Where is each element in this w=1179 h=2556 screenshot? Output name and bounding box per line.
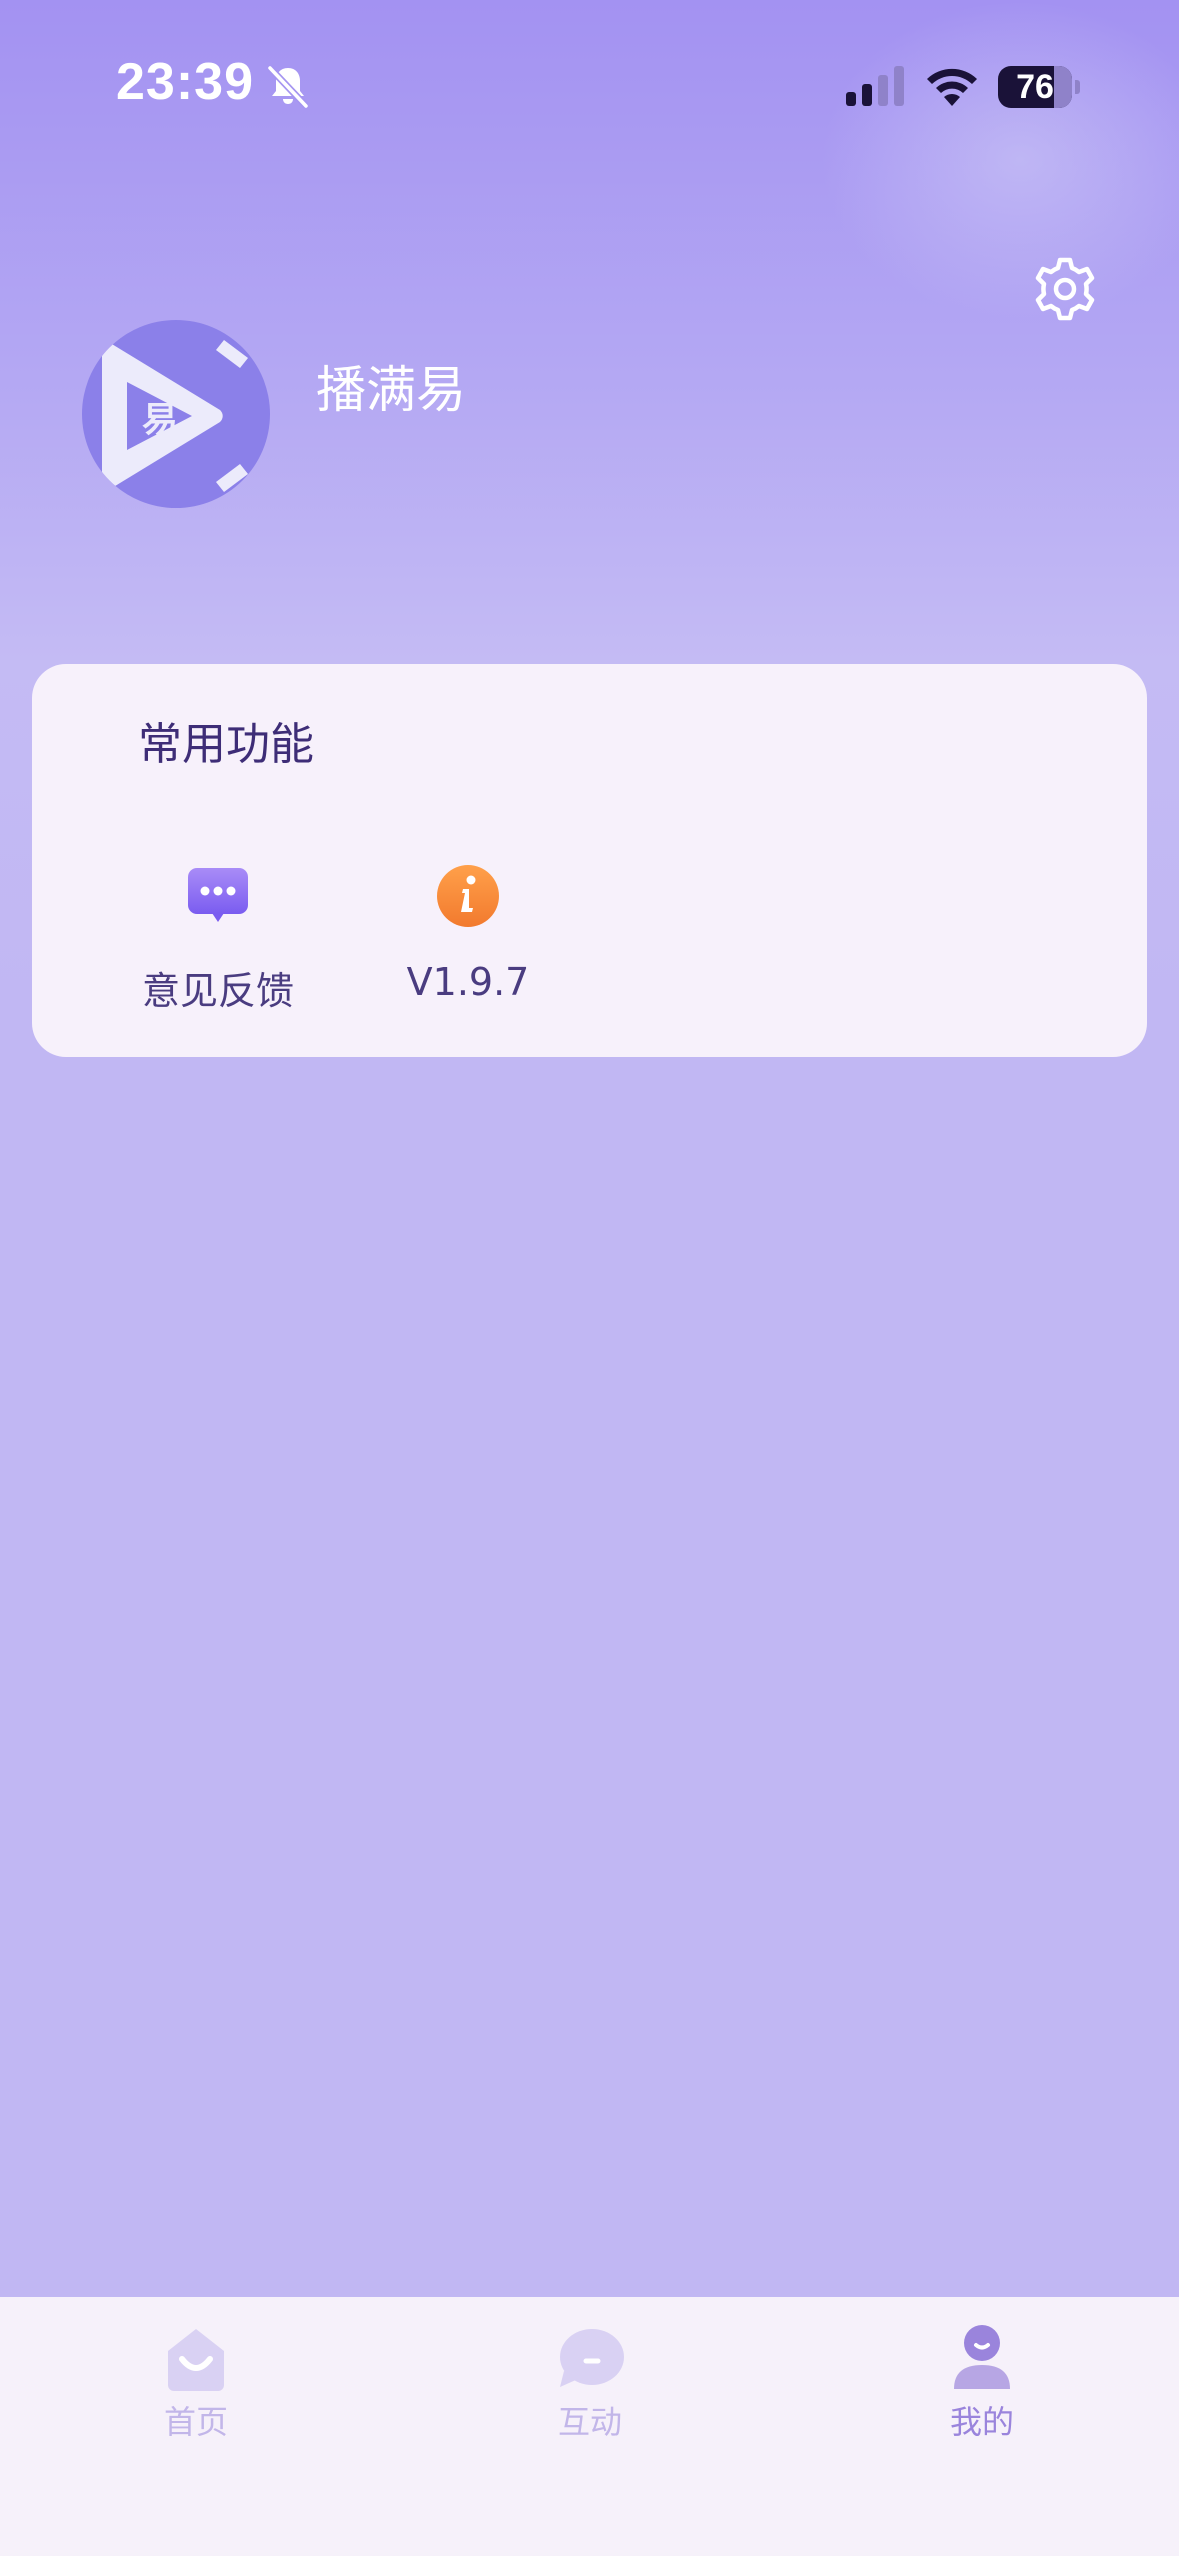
- status-bar: 23:39 76: [0, 0, 1179, 150]
- tab-mine-label: 我的: [949, 2403, 1014, 2441]
- battery-level: 76: [1016, 68, 1054, 106]
- tab-mine[interactable]: 我的: [882, 2325, 1082, 2455]
- card-title: 常用功能: [138, 719, 314, 770]
- feedback-button[interactable]: 意见反馈: [118, 864, 318, 1024]
- version-label: V1.9.7: [406, 960, 530, 1004]
- tab-interact-label: 互动: [557, 2403, 622, 2441]
- app-name: 播满易: [316, 361, 466, 419]
- wifi-icon: [927, 68, 977, 106]
- version-button[interactable]: V1.9.7: [368, 864, 568, 1024]
- battery-indicator: 76: [998, 66, 1080, 108]
- tab-interact[interactable]: 互动: [490, 2325, 690, 2455]
- cellular-signal-icon: [846, 66, 904, 106]
- chat-bubble-icon: [188, 868, 248, 922]
- tab-home[interactable]: 首页: [96, 2325, 296, 2455]
- app-logo-icon: 易: [102, 338, 248, 494]
- avatar[interactable]: 易: [82, 320, 270, 508]
- common-functions-card: 常用功能 意见反馈 V1.9.7: [32, 664, 1147, 1057]
- tab-home-label: 首页: [163, 2403, 228, 2441]
- profile-icon: [954, 2325, 1010, 2389]
- info-icon: [437, 865, 499, 927]
- avatar-glyph: 易: [142, 400, 178, 441]
- gear-icon[interactable]: [1032, 256, 1098, 322]
- status-time: 23:39: [116, 53, 254, 111]
- bell-slash-icon: [267, 65, 309, 109]
- tab-bar: 首页 互动 我的: [0, 2297, 1179, 2556]
- home-icon: [168, 2329, 224, 2391]
- feedback-label: 意见反馈: [141, 969, 294, 1013]
- chat-icon: [560, 2329, 624, 2387]
